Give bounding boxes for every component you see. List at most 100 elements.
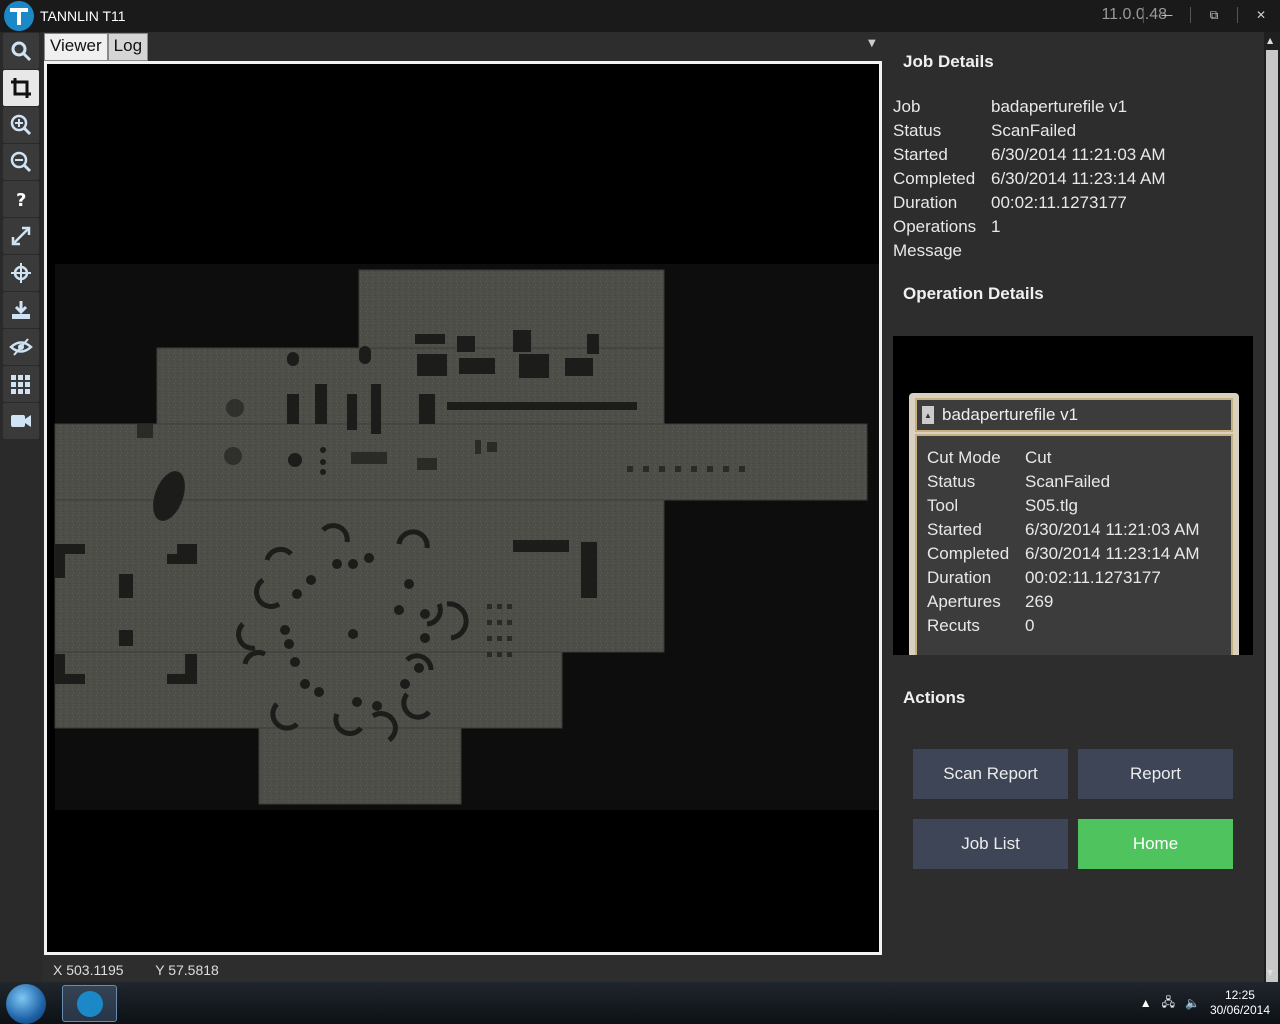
scrollbar[interactable]: ▲ ▼: [1264, 32, 1280, 994]
job-details-list: Job badaperturefile v1 Status ScanFailed S…: [893, 95, 1166, 263]
operation-detail-row: Tool S05.tlg: [927, 494, 1231, 518]
detail-value: 6/30/2014 11:23:14 AM: [991, 169, 1166, 188]
camera-icon: [11, 415, 31, 427]
x-coordinate: X 503.1195: [53, 962, 124, 978]
app-logo-icon: [76, 990, 103, 1017]
collapse-icon[interactable]: ▲: [922, 406, 934, 424]
network-icon[interactable]: 🖧: [1162, 993, 1175, 1014]
report-button[interactable]: Report: [1078, 749, 1233, 799]
tray-expand-icon[interactable]: ▲: [1140, 996, 1152, 1010]
grid-icon: [11, 375, 30, 394]
operation-card-header[interactable]: ▲ badaperturefile v1: [915, 398, 1233, 432]
home-button[interactable]: Home: [1078, 819, 1233, 869]
crop-icon: [11, 78, 31, 98]
detail-key: Duration: [893, 193, 958, 212]
download-icon: [12, 301, 30, 319]
actions-title: Actions: [903, 688, 966, 707]
target-button[interactable]: [3, 255, 39, 291]
scroll-down-icon[interactable]: ▼: [1267, 968, 1273, 977]
window-controls: — ⧉ ✕: [1143, 6, 1272, 24]
visibility-icon: [9, 338, 33, 356]
expand-icon: [11, 226, 31, 246]
separator: [1143, 7, 1144, 23]
search-tool-button[interactable]: [3, 33, 39, 69]
system-tray: ▲ 🖧 🔈 12:25 30/06/2014: [1140, 988, 1270, 1018]
operation-detail-row: Started 6/30/2014 11:21:03 AM: [927, 518, 1231, 542]
scan-viewer[interactable]: [44, 61, 882, 955]
separator: [1237, 7, 1238, 23]
zoom-out-icon: [10, 151, 32, 173]
operation-detail-row: Completed 6/30/2014 11:23:14 AM: [927, 542, 1231, 566]
detail-key: Tool: [927, 496, 959, 515]
clock[interactable]: 12:25 30/06/2014: [1210, 988, 1270, 1018]
job-detail-row: Status ScanFailed: [893, 119, 1166, 143]
close-button[interactable]: ✕: [1250, 6, 1272, 24]
detail-value: 6/30/2014 11:21:03 AM: [991, 145, 1166, 164]
scan-report-button[interactable]: Scan Report: [913, 749, 1068, 799]
job-list-button[interactable]: Job List: [913, 819, 1068, 869]
camera-button[interactable]: [3, 403, 39, 439]
clock-date: 30/06/2014: [1209, 1003, 1270, 1017]
expand-button[interactable]: [3, 218, 39, 254]
operation-detail-row: Cut Mode Cut: [927, 446, 1231, 470]
tab-log[interactable]: Log: [107, 33, 149, 61]
help-icon: ?: [16, 190, 26, 211]
app-title: TANNLIN T11: [40, 8, 126, 24]
job-details-title: Job Details: [903, 52, 994, 71]
operation-card-body: Cut Mode Cut Status ScanFailed Tool S05.tlg…: [915, 434, 1233, 655]
detail-value: ScanFailed: [1025, 472, 1111, 491]
operation-detail-row: Recuts 0: [927, 614, 1231, 638]
restore-button[interactable]: ⧉: [1203, 6, 1225, 24]
zoom-in-button[interactable]: [3, 107, 39, 143]
visibility-button[interactable]: [3, 329, 39, 365]
panel-menu-icon[interactable]: ▼: [868, 38, 876, 49]
zoom-in-icon: [10, 114, 32, 136]
separator: [1190, 7, 1191, 23]
detail-key: Status: [927, 472, 976, 491]
detail-value: 0: [1025, 616, 1035, 635]
coordinate-readout: X 503.1195 Y 57.5818: [53, 962, 247, 978]
scan-image: [54, 269, 868, 805]
operation-card: ▲ badaperturefile v1 Cut Mode Cut Status S…: [909, 393, 1239, 655]
detail-value: 269: [1025, 592, 1054, 611]
clock-time: 12:25: [1224, 988, 1255, 1002]
job-detail-row: Started 6/30/2014 11:21:03 AM: [893, 143, 1166, 167]
volume-icon[interactable]: 🔈: [1185, 996, 1200, 1010]
operation-detail-row: Duration 00:02:11.1273177: [927, 566, 1231, 590]
detail-key: Completed: [927, 544, 1010, 563]
download-button[interactable]: [3, 292, 39, 328]
scroll-up-icon[interactable]: ▲: [1267, 36, 1273, 45]
search-icon: [11, 41, 32, 62]
job-detail-row: Completed 6/30/2014 11:23:14 AM: [893, 167, 1166, 191]
taskbar: ▲ 🖧 🔈 12:25 30/06/2014: [0, 982, 1280, 1024]
help-button[interactable]: ?: [3, 181, 39, 217]
job-detail-row: Job badaperturefile v1: [893, 95, 1166, 119]
y-coordinate: Y 57.5818: [155, 962, 219, 978]
detail-key: Operations: [893, 217, 977, 236]
detail-key: Apertures: [927, 592, 1001, 611]
target-icon: [11, 263, 31, 283]
detail-value: 6/30/2014 11:23:14 AM: [1025, 544, 1200, 563]
zoom-out-button[interactable]: [3, 144, 39, 180]
job-detail-row: Message: [893, 239, 1166, 263]
detail-key: Status: [893, 121, 942, 140]
detail-key: Job: [893, 97, 921, 116]
taskbar-app-tannlin[interactable]: [62, 985, 117, 1022]
job-detail-row: Duration 00:02:11.1273177: [893, 191, 1166, 215]
start-button[interactable]: [6, 984, 46, 1024]
crop-tool-button[interactable]: [3, 70, 39, 106]
scroll-thumb[interactable]: [1266, 50, 1278, 994]
operation-details-title: Operation Details: [903, 284, 1044, 303]
grid-button[interactable]: [3, 366, 39, 402]
detail-value: Cut: [1025, 448, 1052, 467]
operation-detail-row: Apertures 269: [927, 590, 1231, 614]
detail-value: 00:02:11.1273177: [991, 193, 1127, 212]
operation-list[interactable]: ▲ badaperturefile v1 Cut Mode Cut Status S…: [893, 336, 1253, 655]
detail-value: badaperturefile v1: [991, 97, 1128, 116]
detail-key: Duration: [927, 568, 992, 587]
tab-viewer[interactable]: Viewer: [44, 33, 108, 61]
job-detail-row: Operations 1: [893, 215, 1166, 239]
operation-detail-row: Status ScanFailed: [927, 470, 1231, 494]
minimize-button[interactable]: —: [1156, 6, 1178, 24]
app-logo-icon: [4, 1, 34, 31]
